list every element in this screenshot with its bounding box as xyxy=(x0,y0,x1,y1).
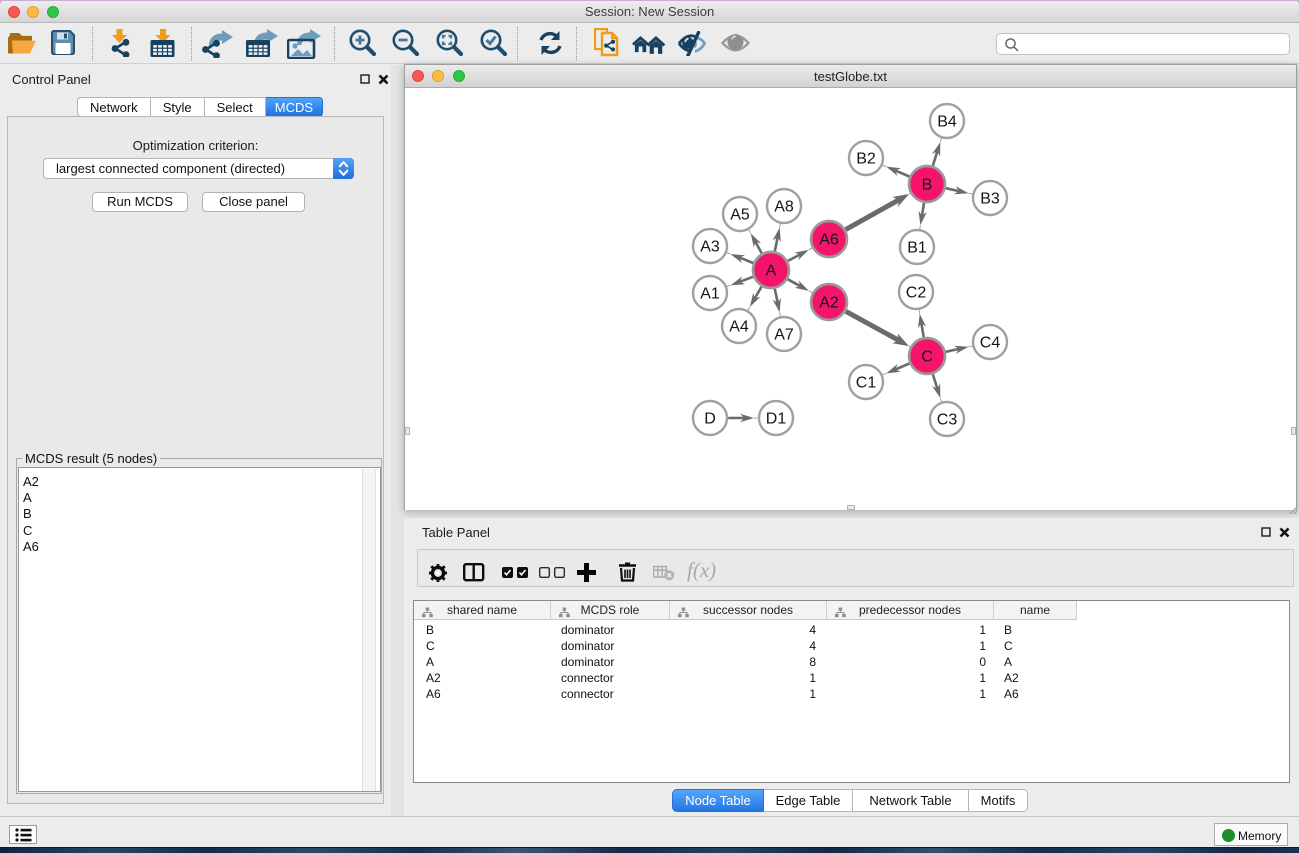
svg-text:f(x): f(x) xyxy=(687,560,716,582)
svg-text:A3: A3 xyxy=(700,239,720,256)
svg-text:A4: A4 xyxy=(729,319,749,336)
svg-text:A2: A2 xyxy=(819,295,839,312)
svg-text:D: D xyxy=(704,411,716,428)
svg-text:B4: B4 xyxy=(937,114,957,131)
svg-text:A6: A6 xyxy=(819,232,839,249)
svg-text:A7: A7 xyxy=(774,327,794,344)
svg-text:B2: B2 xyxy=(856,151,876,168)
svg-text:C: C xyxy=(921,349,933,366)
svg-text:A: A xyxy=(766,263,777,280)
svg-text:B: B xyxy=(922,177,933,194)
svg-text:A1: A1 xyxy=(700,286,720,303)
svg-text:C4: C4 xyxy=(980,335,1001,352)
svg-text:C2: C2 xyxy=(906,285,927,302)
svg-text:C1: C1 xyxy=(856,375,877,392)
svg-text:D1: D1 xyxy=(766,411,787,428)
svg-text:C3: C3 xyxy=(937,412,958,429)
svg-text:B3: B3 xyxy=(980,191,1000,208)
svg-text:B1: B1 xyxy=(907,240,927,257)
svg-text:A8: A8 xyxy=(774,199,794,216)
svg-text:A5: A5 xyxy=(730,207,750,224)
